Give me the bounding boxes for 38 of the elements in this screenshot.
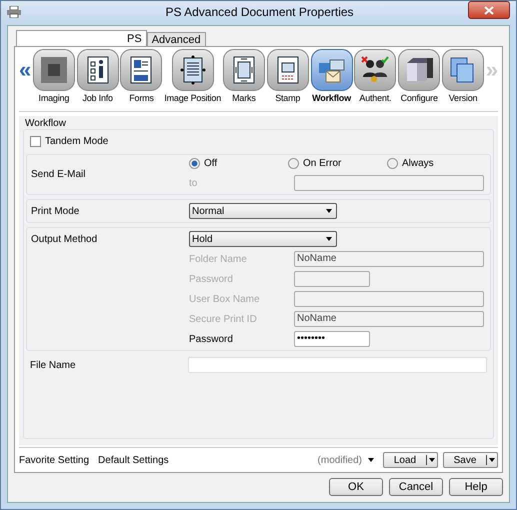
field-label: Folder Name: [189, 254, 248, 264]
group-title: Workflow: [24, 118, 67, 129]
field-label: Password: [189, 274, 234, 284]
split-button[interactable]: Save: [443, 452, 498, 468]
tab[interactable]: PS: [16, 30, 147, 46]
scroll-left-button[interactable]: «: [19, 57, 31, 83]
field-label: Send E-Mail: [31, 169, 86, 180]
field-label: Favorite Setting: [19, 454, 90, 466]
input-field[interactable]: ••••••••: [294, 331, 370, 347]
window-title: PS Advanced Document Properties: [164, 5, 355, 19]
field-label: Output Method: [31, 234, 98, 244]
field-label: File Name: [30, 360, 77, 370]
radio-label: On Error: [303, 158, 342, 169]
close-button[interactable]: [468, 1, 510, 19]
print-mode-dropdown[interactable]: Normal: [189, 203, 337, 219]
radio-button[interactable]: [189, 158, 200, 169]
file-name-field[interactable]: [188, 357, 487, 373]
field-label: to: [189, 178, 198, 188]
field-label: Secure Print ID: [189, 314, 258, 324]
checkbox[interactable]: [30, 136, 41, 146]
radio-button[interactable]: [387, 158, 398, 169]
dialog-button[interactable]: Cancel: [389, 478, 443, 496]
checkbox-label: Tandem Mode: [45, 136, 108, 146]
field-label: User Box Name: [189, 294, 261, 304]
close-icon: [484, 6, 494, 14]
square-icon: [38, 55, 69, 85]
dialog-button[interactable]: Help: [449, 478, 503, 496]
output-method-dropdown[interactable]: Hold: [189, 231, 337, 247]
users-icon: [360, 55, 390, 85]
tab[interactable]: Advanced: [146, 32, 206, 46]
dialog-button[interactable]: OK: [329, 478, 383, 496]
radio-label: Off: [204, 158, 218, 169]
field-label: Print Mode: [31, 206, 80, 216]
page-layout-icon: [178, 55, 208, 85]
field-label: Password: [189, 334, 234, 344]
radio-button[interactable]: [288, 158, 299, 169]
split-button[interactable]: Load: [383, 452, 438, 468]
radio-label: Always: [402, 158, 434, 169]
